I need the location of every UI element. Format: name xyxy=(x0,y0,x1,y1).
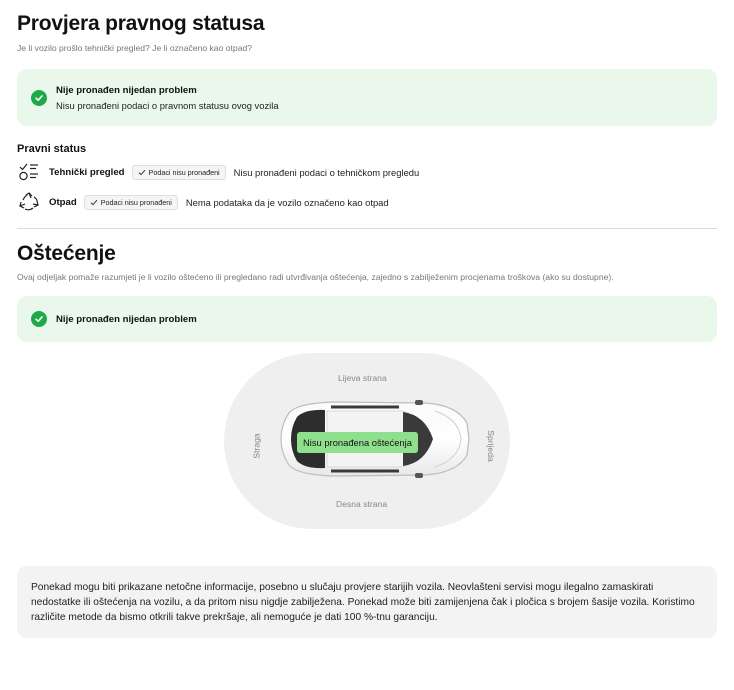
legal-status-title: Provjera pravnog statusa xyxy=(17,12,265,35)
damage-ok-box: Nije pronađen nijedan problem xyxy=(17,296,717,342)
check-icon xyxy=(138,169,145,175)
legal-status-section: Provjera pravnog statusa Je li vozilo pr… xyxy=(17,0,717,229)
damage-ok-title: Nije pronađen nijedan problem xyxy=(56,313,197,325)
right-side-label: Desna strana xyxy=(336,499,388,509)
status-badge-label: Podaci nisu pronađeni xyxy=(100,197,172,207)
check-circle-icon xyxy=(31,89,47,106)
legal-status-subtitle: Je li vozilo prošlo tehnički pregled? Je… xyxy=(17,43,253,53)
check-circle-icon xyxy=(31,311,47,327)
recycle-icon xyxy=(17,191,41,213)
legal-status-list: Tehnički pregled Podaci nisu pronađeni N… xyxy=(17,160,717,214)
rear-label: Straga xyxy=(251,433,262,459)
legal-ok-description: Nisu pronađeni podaci o pravnom statusu … xyxy=(56,99,279,111)
status-row-technical-inspection: Tehnički pregled Podaci nisu pronađeni N… xyxy=(17,160,717,184)
check-icon xyxy=(90,199,98,205)
status-badge-label: Podaci nisu pronađeni xyxy=(148,167,220,177)
status-text: Nema podataka da je vozilo označeno kao … xyxy=(185,196,389,208)
damage-section: Oštećenje Ovaj odjeljak pomaže razumjeti… xyxy=(17,242,717,638)
legal-ok-title: Nije pronađen nijedan problem xyxy=(56,84,197,96)
disclaimer-note: Ponekad mogu biti prikazane netočne info… xyxy=(17,566,717,638)
section-divider xyxy=(17,228,717,229)
damage-diagram: Lijeva strana Desna strana Straga Sprije… xyxy=(17,353,717,543)
status-badge: Podaci nisu pronađeni xyxy=(83,194,178,210)
left-side-label: Lijeva strana xyxy=(338,373,387,383)
status-name: Tehnički pregled xyxy=(49,166,125,178)
damage-subtitle: Ovaj odjeljak pomaže razumjeti je li voz… xyxy=(17,272,614,282)
status-badge: Podaci nisu pronađeni xyxy=(131,164,226,180)
damage-title: Oštećenje xyxy=(17,242,116,265)
front-label: Sprijeda xyxy=(485,430,496,462)
legal-ok-box: Nije pronađen nijedan problem Nisu prona… xyxy=(17,69,717,126)
status-name: Otpad xyxy=(49,196,77,208)
legal-status-label: Pravni status xyxy=(17,143,87,155)
status-text: Nisu pronađeni podaci o tehničkom pregle… xyxy=(233,166,420,178)
page: Provjera pravnog statusa Je li vozilo pr… xyxy=(0,0,734,638)
checklist-icon xyxy=(17,161,41,183)
no-damage-label: Nisu pronađena oštećenja xyxy=(297,432,418,453)
status-row-scrap: Otpad Podaci nisu pronađeni Nema podatak… xyxy=(17,190,717,214)
